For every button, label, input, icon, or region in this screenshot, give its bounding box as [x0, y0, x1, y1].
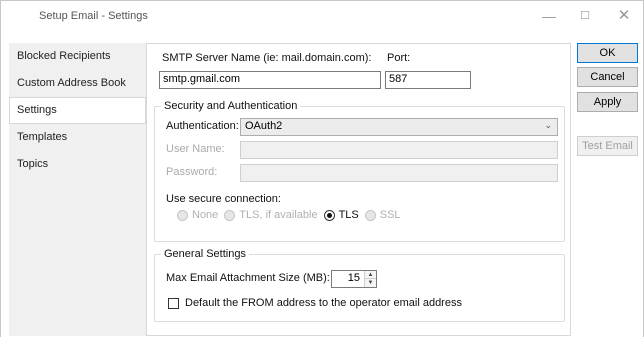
- password-input[interactable]: [240, 164, 558, 182]
- window-title: Setup Email - Settings: [39, 10, 148, 22]
- secure-connection-label: Use secure connection:: [166, 193, 281, 205]
- radio-tls[interactable]: [323, 209, 335, 221]
- username-input[interactable]: [240, 141, 558, 159]
- max-attachment-label: Max Email Attachment Size (MB):: [166, 272, 330, 284]
- stepper-down-icon[interactable]: ▼: [365, 279, 376, 287]
- ok-button[interactable]: OK: [577, 43, 638, 63]
- authentication-select[interactable]: OAuth2 ⌄: [240, 118, 558, 136]
- radio-ssl[interactable]: [364, 209, 376, 221]
- security-group-title: Security and Authentication: [161, 100, 301, 112]
- stepper-buttons: ▲ ▼: [364, 271, 376, 287]
- test-email-button[interactable]: Test Email: [577, 136, 638, 156]
- chevron-down-icon: ⌄: [544, 120, 552, 130]
- sidebar-item-settings[interactable]: Settings: [9, 97, 146, 124]
- sidebar-item-topics[interactable]: Topics: [9, 151, 145, 178]
- radio-none[interactable]: [177, 209, 188, 221]
- authentication-label: Authentication:: [166, 120, 239, 132]
- default-from-label: Default the FROM address to the operator…: [185, 297, 462, 309]
- default-from-checkbox[interactable]: [168, 298, 179, 309]
- stepper-up-icon[interactable]: ▲: [365, 271, 376, 279]
- radio-tls-if-available-label: TLS, if available: [239, 209, 318, 221]
- security-groupbox: Security and Authentication Authenticati…: [154, 100, 565, 242]
- cancel-button[interactable]: Cancel: [577, 67, 638, 87]
- radio-none-label: None: [192, 209, 219, 221]
- general-settings-groupbox: General Settings Max Email Attachment Si…: [154, 248, 565, 322]
- password-label: Password:: [166, 166, 218, 178]
- sidebar-item-templates[interactable]: Templates: [9, 124, 145, 151]
- port-label: Port:: [387, 52, 411, 64]
- apply-button[interactable]: Apply: [577, 92, 638, 112]
- max-attachment-stepper[interactable]: 15 ▲ ▼: [331, 270, 377, 288]
- smtp-server-input[interactable]: smtp.gmail.com: [159, 71, 381, 89]
- client-area: Blocked Recipients Custom Address Book S…: [1, 31, 643, 337]
- close-icon[interactable]: ✕: [614, 6, 634, 26]
- sidebar-item-custom-address-book[interactable]: Custom Address Book: [9, 70, 145, 97]
- radio-tls-label: TLS: [338, 209, 359, 221]
- secure-connection-options: None TLS, if available TLS SSL: [177, 209, 407, 221]
- general-group-title: General Settings: [161, 248, 249, 260]
- username-label: User Name:: [166, 143, 225, 155]
- radio-tls-if-available[interactable]: [224, 209, 236, 221]
- port-input[interactable]: 587: [385, 71, 471, 89]
- max-attachment-value: 15: [347, 272, 360, 284]
- maximize-icon[interactable]: ☐: [575, 6, 595, 26]
- sidebar-item-blocked-recipients[interactable]: Blocked Recipients: [9, 43, 145, 70]
- title-bar[interactable]: Setup Email - Settings — ☐ ✕: [1, 1, 643, 31]
- sidebar: Blocked Recipients Custom Address Book S…: [9, 43, 146, 336]
- radio-ssl-label: SSL: [379, 209, 401, 221]
- setup-email-window: Setup Email - Settings — ☐ ✕ Blocked Rec…: [0, 0, 644, 337]
- authentication-value: OAuth2: [245, 120, 283, 132]
- settings-panel: SMTP Server Name (ie: mail.domain.com): …: [146, 43, 571, 336]
- minimize-icon[interactable]: —: [539, 6, 559, 26]
- smtp-server-label: SMTP Server Name (ie: mail.domain.com):: [162, 52, 372, 64]
